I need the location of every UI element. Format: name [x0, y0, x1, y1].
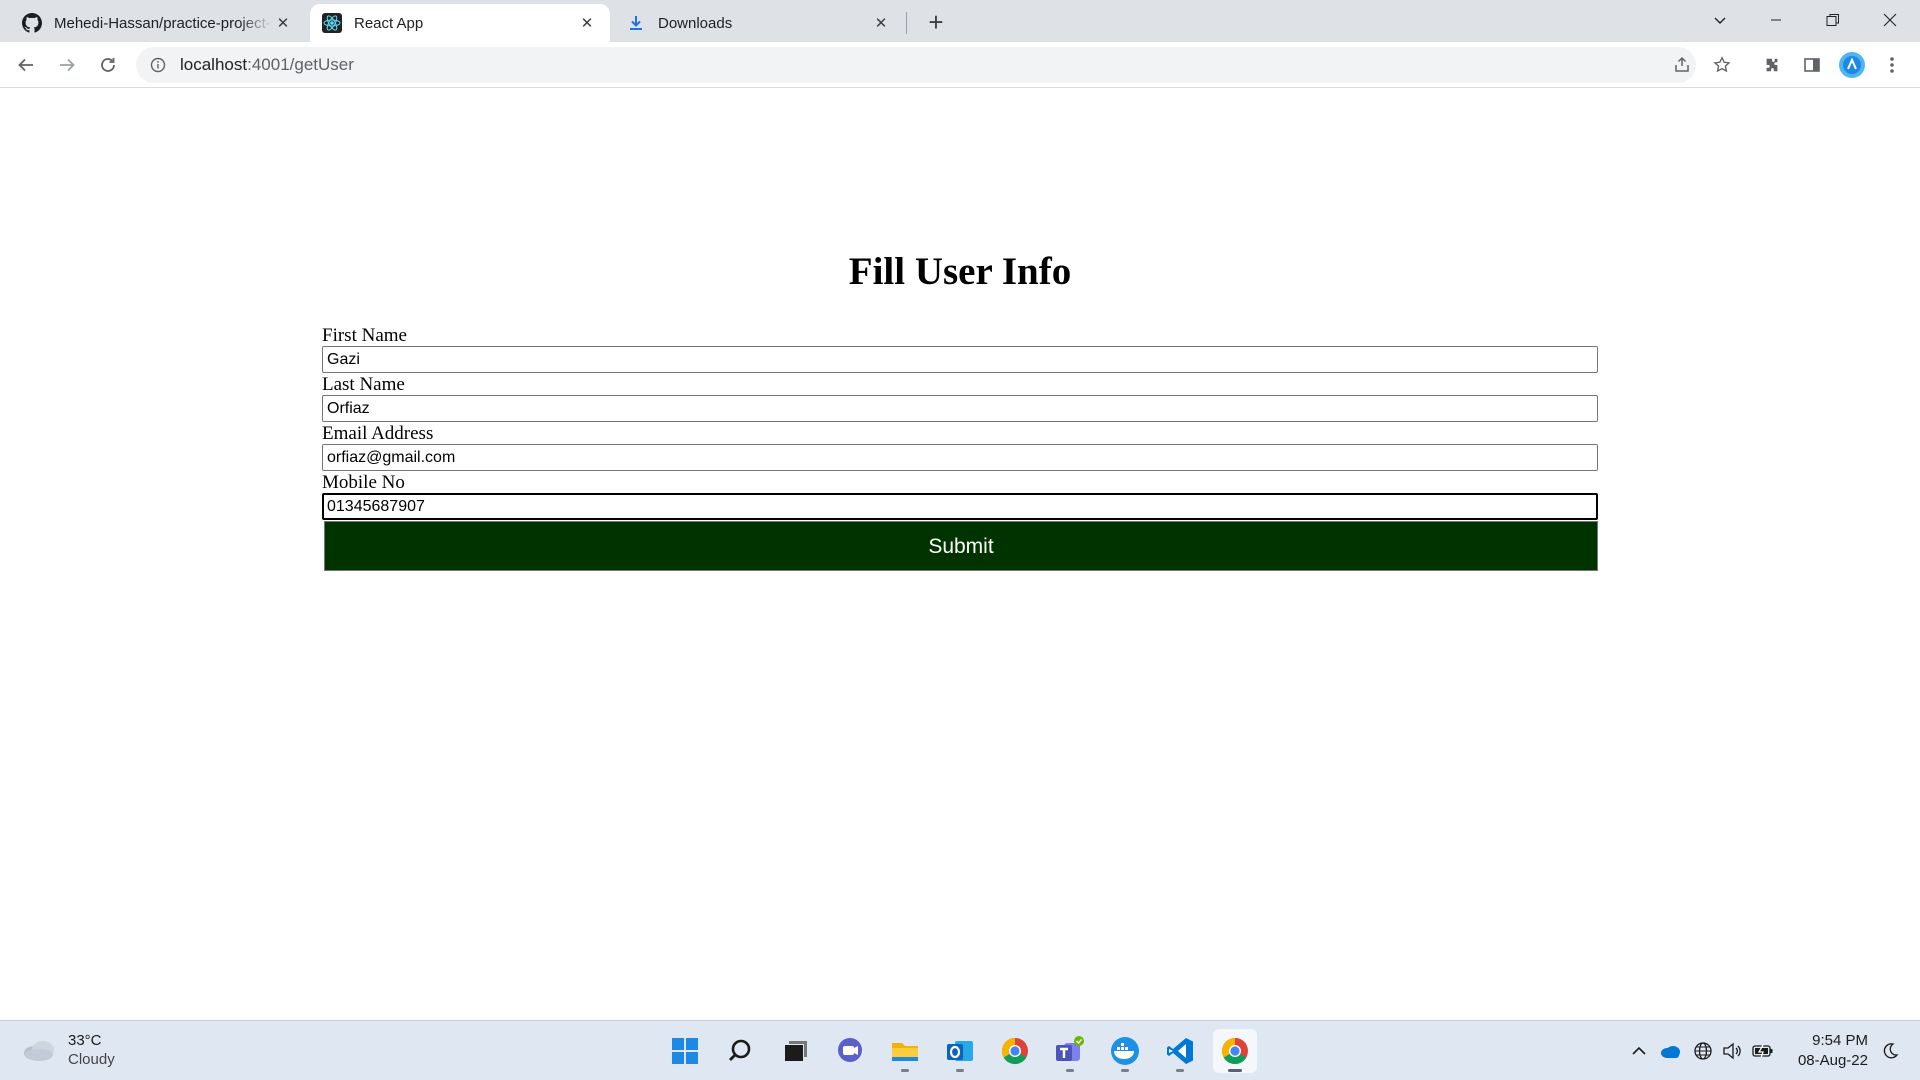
profile-avatar[interactable]	[1836, 49, 1868, 81]
forward-button[interactable]	[51, 49, 83, 81]
outlook-icon[interactable]	[938, 1029, 982, 1073]
tab-title: Downloads	[658, 14, 733, 32]
onedrive-cloud-icon[interactable]	[1658, 1039, 1682, 1063]
show-hidden-icons-chevron-icon[interactable]	[1627, 1039, 1651, 1063]
close-tab-icon[interactable]: ✕	[272, 12, 294, 34]
chrome-menu-icon[interactable]	[1876, 49, 1908, 81]
chrome-icon[interactable]	[993, 1029, 1037, 1073]
tab-separator	[906, 12, 907, 34]
address-bar[interactable]: localhost:4001/getUser	[136, 47, 1696, 83]
side-panel-icon[interactable]	[1796, 49, 1828, 81]
page-content: Fill User Info First Name Gazi Last Name…	[0, 89, 1920, 1019]
extensions-icon[interactable]	[1756, 49, 1788, 81]
system-clock[interactable]: 9:54 PM 08-Aug-22	[1790, 1031, 1868, 1071]
restore-button[interactable]	[1805, 0, 1861, 40]
volume-icon[interactable]	[1720, 1039, 1744, 1063]
windows-start-icon[interactable]	[663, 1029, 707, 1073]
weather-widget[interactable]: 33°C Cloudy	[22, 1031, 115, 1069]
tab-title: React App	[354, 14, 424, 32]
url-host: localhost	[180, 55, 248, 74]
focus-moon-icon[interactable]	[1878, 1039, 1902, 1063]
running-indicator	[1176, 1069, 1184, 1072]
download-icon	[626, 13, 646, 33]
teams-icon[interactable]	[1048, 1029, 1092, 1073]
browser-toolbar: localhost:4001/getUser	[0, 42, 1920, 88]
first-name-input[interactable]: Gazi	[322, 346, 1598, 373]
chrome-active-icon[interactable]	[1213, 1029, 1257, 1073]
close-window-button[interactable]	[1862, 0, 1918, 40]
running-indicator	[1066, 1069, 1074, 1072]
share-icon[interactable]	[1667, 50, 1697, 80]
vscode-icon[interactable]	[1158, 1029, 1202, 1073]
tab-strip: Mehedi-Hassan/practice-project- ✕ React …	[0, 0, 1920, 42]
chat-icon[interactable]	[828, 1029, 872, 1073]
network-globe-icon[interactable]	[1691, 1039, 1715, 1063]
weather-temp: 33°C	[68, 1032, 102, 1049]
mobile-input[interactable]: 01345687907	[322, 493, 1598, 520]
windows-taskbar: 33°C Cloudy 9:54 PM 08-Aug-22	[0, 1020, 1920, 1080]
close-tab-icon[interactable]: ✕	[870, 12, 892, 34]
first-name-label: First Name	[322, 325, 407, 346]
site-info-icon[interactable]	[148, 55, 168, 75]
close-tab-icon[interactable]: ✕	[576, 12, 598, 34]
email-input[interactable]: orfiaz@gmail.com	[322, 444, 1598, 471]
email-label: Email Address	[322, 423, 434, 444]
weather-text: 33°C Cloudy	[68, 1031, 115, 1069]
mobile-label: Mobile No	[322, 472, 405, 493]
running-indicator	[901, 1069, 909, 1072]
clock-time: 9:54 PM	[1812, 1032, 1868, 1049]
tab-downloads[interactable]: Downloads ✕	[614, 4, 904, 42]
tab-search-button[interactable]	[1692, 0, 1748, 40]
file-explorer-icon[interactable]	[883, 1029, 927, 1073]
tab-github[interactable]: Mehedi-Hassan/practice-project- ✕	[10, 4, 306, 42]
tab-react-app[interactable]: React App ✕	[310, 4, 610, 42]
github-icon	[22, 13, 42, 33]
battery-charging-icon[interactable]	[1751, 1039, 1775, 1063]
bookmark-star-icon[interactable]	[1707, 50, 1737, 80]
running-indicator	[956, 1069, 964, 1072]
new-tab-button[interactable]: +	[920, 6, 952, 38]
docker-icon[interactable]	[1103, 1029, 1147, 1073]
weather-condition: Cloudy	[68, 1051, 115, 1068]
reload-button[interactable]	[92, 49, 124, 81]
task-view-icon[interactable]	[773, 1029, 817, 1073]
back-button[interactable]	[10, 49, 42, 81]
react-icon	[322, 13, 342, 33]
running-indicator	[1228, 1069, 1242, 1072]
search-icon[interactable]	[718, 1029, 762, 1073]
url-text: localhost:4001/getUser	[180, 55, 354, 75]
running-indicator	[1121, 1069, 1129, 1072]
minimize-button[interactable]	[1748, 0, 1804, 40]
submit-button[interactable]: Submit	[324, 521, 1598, 571]
user-info-form: First Name Gazi Last Name Orfiaz Email A…	[322, 325, 1598, 571]
last-name-input[interactable]: Orfiaz	[322, 395, 1598, 422]
page-title: Fill User Info	[848, 250, 1072, 293]
url-path: :4001/getUser	[247, 55, 354, 74]
clock-date: 08-Aug-22	[1797, 1052, 1868, 1069]
tab-title: Mehedi-Hassan/practice-project-	[54, 14, 271, 32]
last-name-label: Last Name	[322, 374, 405, 395]
cloud-icon	[24, 1041, 54, 1061]
